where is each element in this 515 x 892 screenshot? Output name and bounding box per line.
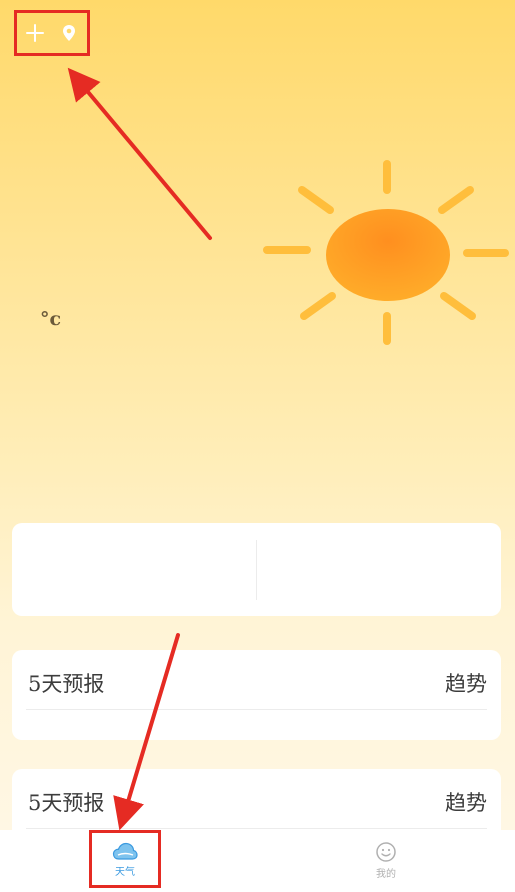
forecast-header: 5天预报 趋势: [28, 787, 487, 817]
forecast-title: 5天预报: [28, 791, 105, 815]
forecast-divider: [26, 828, 487, 829]
smiley-icon: [376, 841, 396, 862]
forecast-header: 5天预报 趋势: [28, 668, 487, 698]
card-divider: [256, 540, 257, 600]
tab-weather[interactable]: 天气: [89, 830, 161, 888]
tab-mine[interactable]: 我的: [350, 830, 422, 890]
plus-icon[interactable]: [24, 22, 46, 44]
forecast-card: 5天预报 趋势: [12, 650, 501, 740]
temperature-unit: °c: [40, 308, 62, 330]
trend-link[interactable]: 趋势: [445, 787, 487, 817]
tab-weather-label: 天气: [115, 866, 135, 878]
forecast-title: 5天预报: [28, 672, 105, 696]
location-pin-icon[interactable]: [58, 22, 80, 44]
cloud-icon: [112, 842, 138, 860]
top-action-bar: [14, 10, 90, 56]
arrow-to-top-icons: [67, 67, 212, 240]
annotation-arrows: [67, 67, 212, 831]
forecast-divider: [26, 709, 487, 710]
tab-mine-label: 我的: [376, 868, 396, 880]
trend-link[interactable]: 趋势: [445, 668, 487, 698]
weather-summary-card: [12, 523, 501, 616]
bottom-nav: 天气 我的: [0, 830, 515, 892]
sun-icon: [262, 158, 512, 348]
